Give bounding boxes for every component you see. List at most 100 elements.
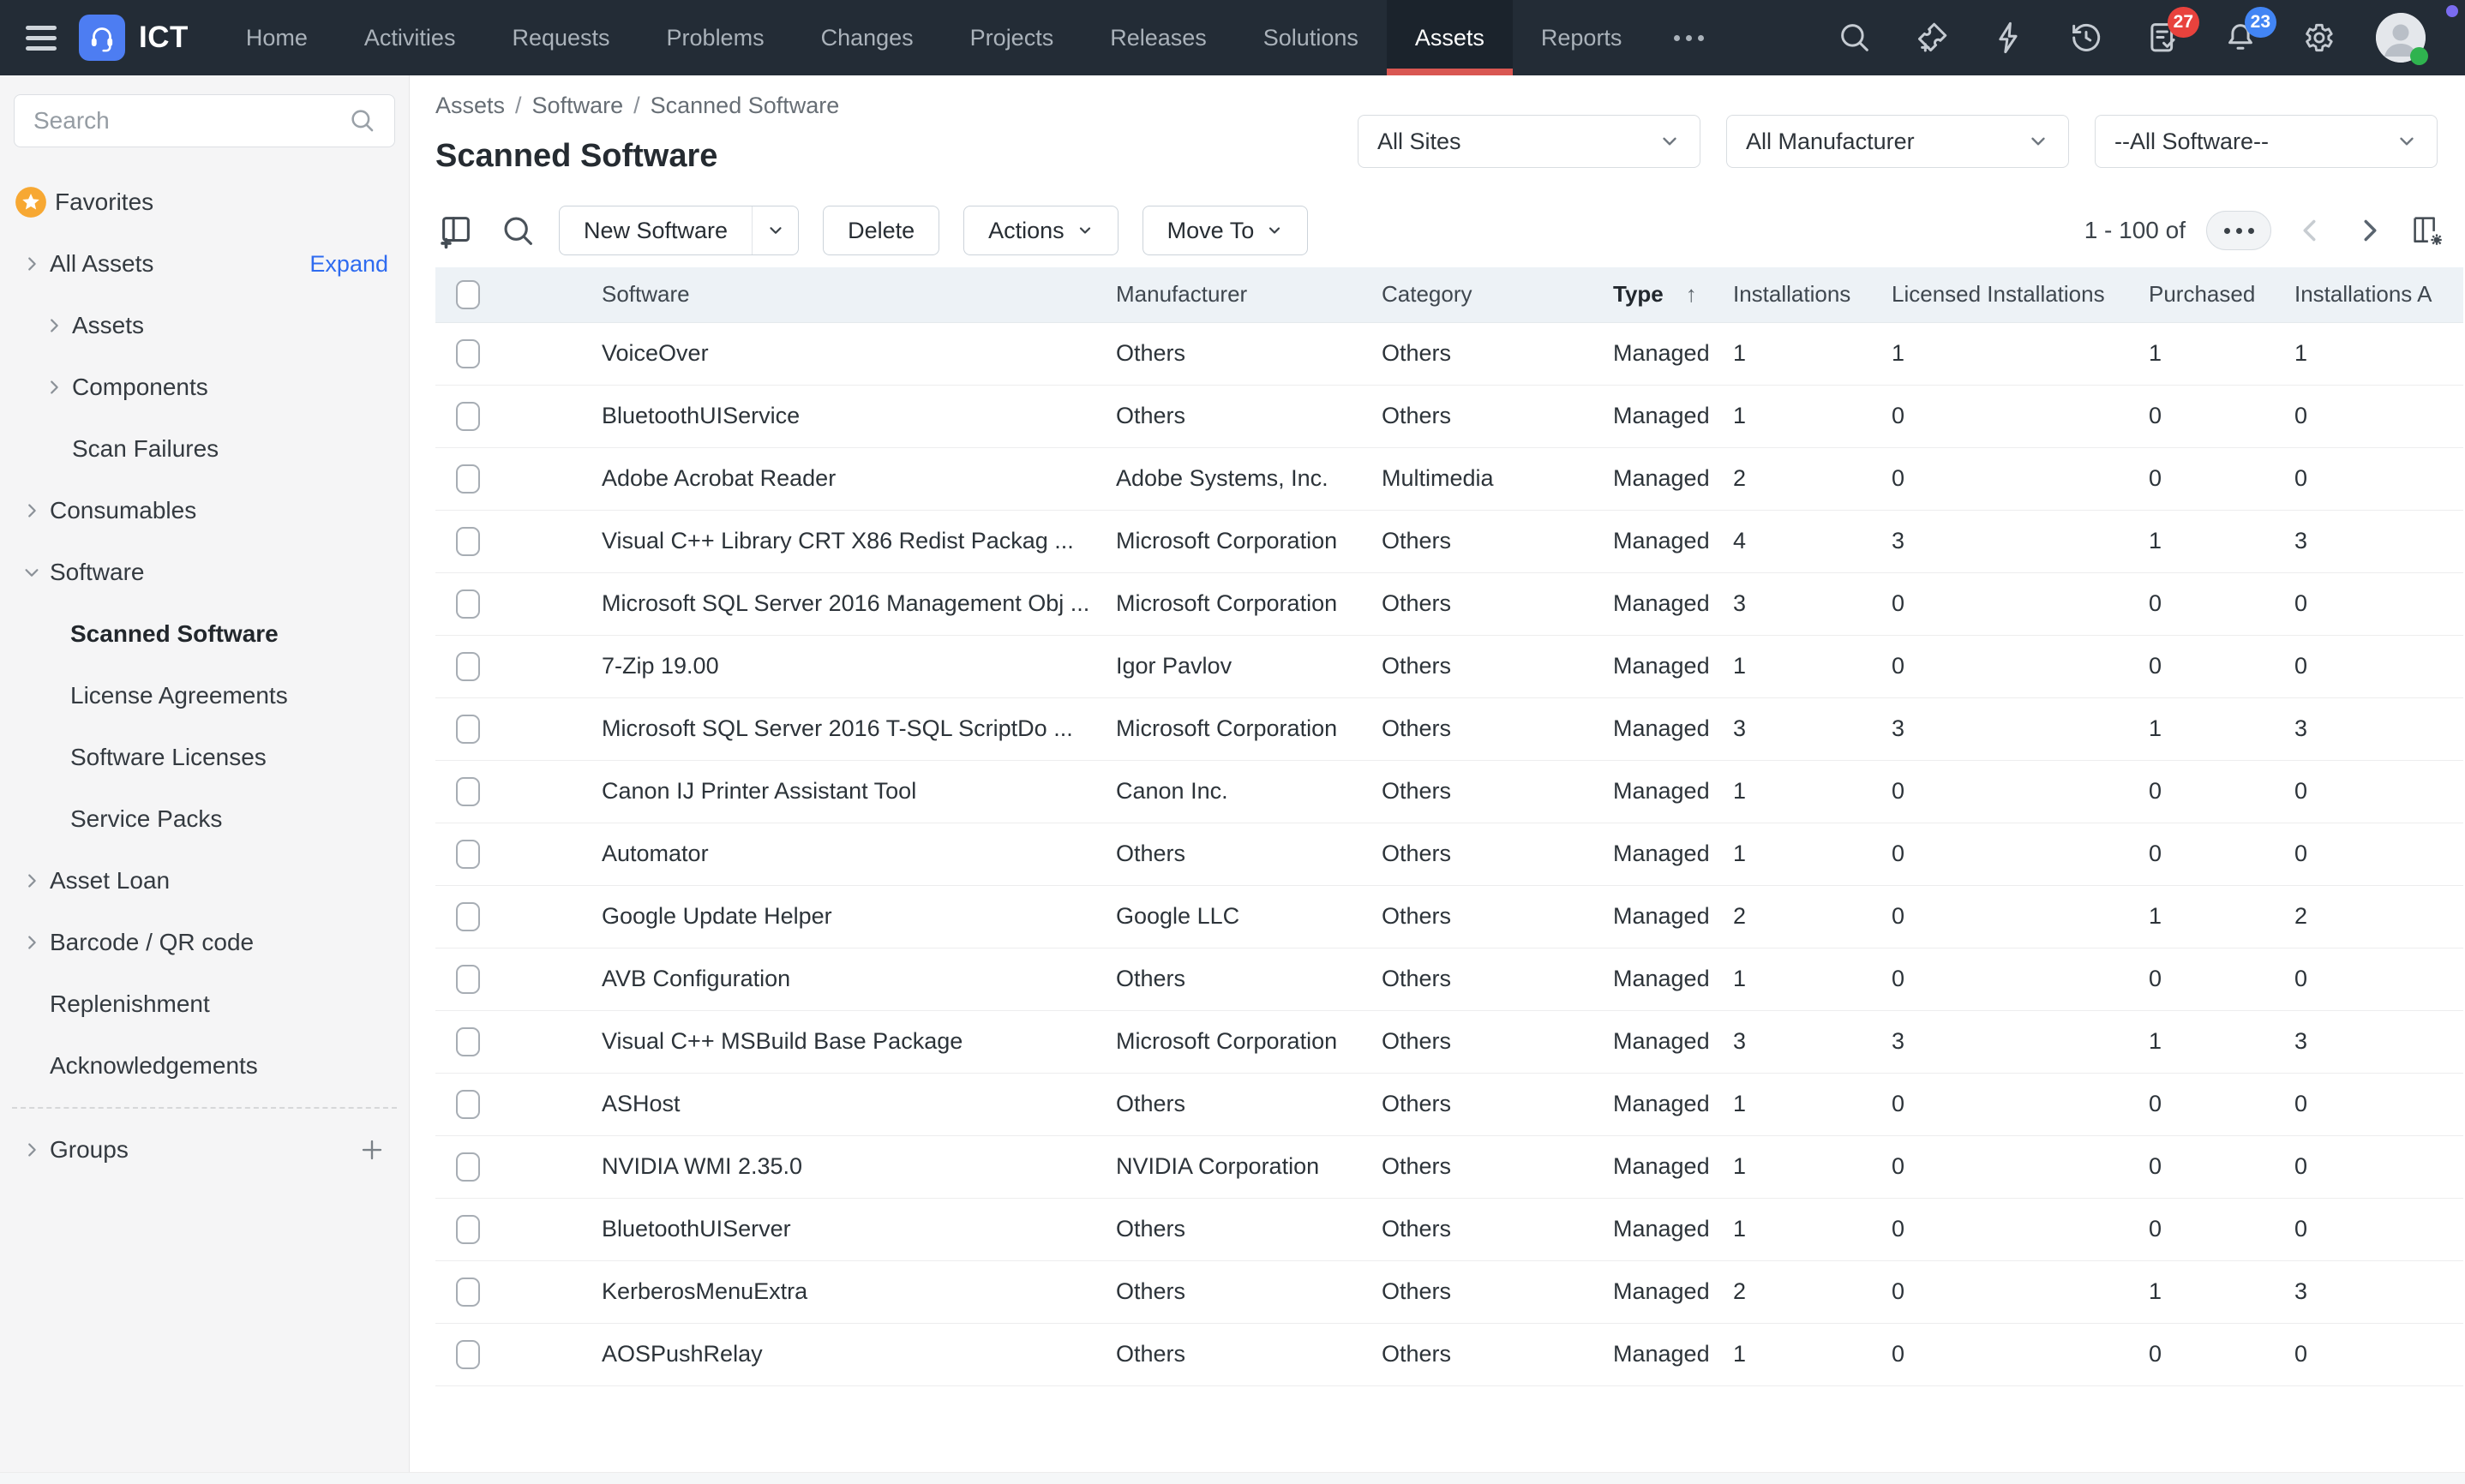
- page-count-more-icon[interactable]: [2206, 211, 2271, 250]
- filter-all-software[interactable]: --All Software--: [2095, 115, 2438, 168]
- history-icon[interactable]: [2067, 19, 2105, 57]
- sidebar-item-all-assets[interactable]: All AssetsExpand: [0, 233, 409, 295]
- user-avatar[interactable]: [2376, 13, 2426, 63]
- row-checkbox[interactable]: [456, 589, 480, 619]
- software-name-link[interactable]: AOSPushRelay: [602, 1341, 763, 1367]
- column-header-type[interactable]: Type↑: [1592, 267, 1712, 322]
- settings-gear-icon[interactable]: [2299, 19, 2336, 57]
- new-software-button[interactable]: New Software: [559, 206, 799, 255]
- nav-item-assets[interactable]: Assets: [1387, 0, 1513, 75]
- table-row[interactable]: AVB ConfigurationOthersOthersManaged1000: [435, 948, 2463, 1010]
- sidebar-item-assets[interactable]: Assets: [0, 295, 409, 356]
- column-header-manufacturer[interactable]: Manufacturer: [1095, 267, 1361, 322]
- row-checkbox[interactable]: [456, 1027, 480, 1056]
- software-name-link[interactable]: NVIDIA WMI 2.35.0: [602, 1153, 802, 1179]
- select-all-checkbox[interactable]: [456, 280, 480, 309]
- sidebar-item-barcode-qr-code[interactable]: Barcode / QR code: [0, 912, 409, 973]
- table-row[interactable]: Microsoft SQL Server 2016 Management Obj…: [435, 572, 2463, 635]
- previous-page-icon[interactable]: [2292, 212, 2330, 249]
- software-name-link[interactable]: 7-Zip 19.00: [602, 653, 719, 679]
- search-icon[interactable]: [1836, 19, 1874, 57]
- table-row[interactable]: Google Update HelperGoogle LLCOthersMana…: [435, 885, 2463, 948]
- nav-item-changes[interactable]: Changes: [793, 0, 942, 75]
- sidebar-item-favorites[interactable]: Favorites: [0, 171, 409, 233]
- table-row[interactable]: ASHostOthersOthersManaged1000: [435, 1073, 2463, 1135]
- table-row[interactable]: 7-Zip 19.00Igor PavlovOthersManaged1000: [435, 635, 2463, 697]
- table-row[interactable]: BluetoothUIServerOthersOthersManaged1000: [435, 1198, 2463, 1260]
- software-name-link[interactable]: Visual C++ MSBuild Base Package: [602, 1028, 963, 1054]
- software-name-link[interactable]: BluetoothUIService: [602, 403, 800, 428]
- column-header-licensed-installations[interactable]: Licensed Installations: [1871, 267, 2128, 322]
- sidebar-item-service-packs[interactable]: Service Packs: [0, 788, 409, 850]
- row-checkbox[interactable]: [456, 464, 480, 494]
- table-row[interactable]: BluetoothUIServiceOthersOthersManaged100…: [435, 385, 2463, 447]
- actions-button[interactable]: Actions: [963, 206, 1119, 255]
- sidebar-item-consumables[interactable]: Consumables: [0, 480, 409, 542]
- lightning-icon[interactable]: [1990, 19, 2028, 57]
- table-row[interactable]: AutomatorOthersOthersManaged1000: [435, 823, 2463, 885]
- row-checkbox[interactable]: [456, 965, 480, 994]
- row-checkbox[interactable]: [456, 840, 480, 869]
- sidebar-search-input[interactable]: [32, 106, 348, 135]
- sidebar-item-software-licenses[interactable]: Software Licenses: [0, 727, 409, 788]
- table-row[interactable]: Canon IJ Printer Assistant ToolCanon Inc…: [435, 760, 2463, 823]
- sidebar-item-asset-loan[interactable]: Asset Loan: [0, 850, 409, 912]
- sidebar-item-replenishment[interactable]: Replenishment: [0, 973, 409, 1035]
- sidebar-item-software[interactable]: Software: [0, 542, 409, 603]
- column-header-installations[interactable]: Installations: [1712, 267, 1871, 322]
- sidebar-item-scan-failures[interactable]: Scan Failures: [0, 418, 409, 480]
- breadcrumb-segment-software[interactable]: Software: [532, 93, 624, 119]
- column-header-installations-a[interactable]: Installations A: [2274, 267, 2463, 322]
- software-name-link[interactable]: Visual C++ Library CRT X86 Redist Packag…: [602, 528, 1074, 554]
- table-row[interactable]: AOSPushRelayOthersOthersManaged1000: [435, 1323, 2463, 1385]
- add-group-icon[interactable]: [359, 1137, 385, 1163]
- task-list-icon[interactable]: 27: [2144, 19, 2182, 57]
- row-checkbox[interactable]: [456, 1215, 480, 1244]
- table-row[interactable]: KerberosMenuExtraOthersOthersManaged2013: [435, 1260, 2463, 1323]
- ticket-add-icon[interactable]: [1913, 19, 1951, 57]
- row-checkbox[interactable]: [456, 1278, 480, 1307]
- software-name-link[interactable]: KerberosMenuExtra: [602, 1278, 807, 1304]
- sidebar-item-license-agreements[interactable]: License Agreements: [0, 665, 409, 727]
- next-page-icon[interactable]: [2350, 212, 2388, 249]
- new-software-label[interactable]: New Software: [560, 206, 752, 254]
- table-row[interactable]: Adobe Acrobat ReaderAdobe Systems, Inc.M…: [435, 447, 2463, 510]
- software-name-link[interactable]: Microsoft SQL Server 2016 T-SQL ScriptDo…: [602, 715, 1073, 741]
- sort-ascending-icon[interactable]: ↑: [1686, 281, 1697, 307]
- software-name-link[interactable]: Canon IJ Printer Assistant Tool: [602, 778, 916, 804]
- filter-all-sites[interactable]: All Sites: [1358, 115, 1700, 168]
- nav-item-requests[interactable]: Requests: [483, 0, 638, 75]
- sidebar-item-scanned-software[interactable]: Scanned Software: [0, 603, 409, 665]
- filter-all-manufacturer[interactable]: All Manufacturer: [1726, 115, 2069, 168]
- nav-item-activities[interactable]: Activities: [336, 0, 484, 75]
- row-checkbox[interactable]: [456, 652, 480, 681]
- software-name-link[interactable]: Microsoft SQL Server 2016 Management Obj…: [602, 590, 1089, 616]
- software-name-link[interactable]: ASHost: [602, 1091, 681, 1116]
- column-settings-icon[interactable]: [2408, 212, 2446, 249]
- software-name-link[interactable]: AVB Configuration: [602, 966, 790, 991]
- column-header-software[interactable]: Software: [581, 267, 1095, 322]
- table-row[interactable]: Microsoft SQL Server 2016 T-SQL ScriptDo…: [435, 697, 2463, 760]
- nav-item-reports[interactable]: Reports: [1513, 0, 1651, 75]
- breadcrumb-segment-assets[interactable]: Assets: [435, 93, 505, 119]
- row-checkbox[interactable]: [456, 1340, 480, 1369]
- delete-button[interactable]: Delete: [823, 206, 939, 255]
- nav-item-home[interactable]: Home: [218, 0, 336, 75]
- horizontal-scrollbar-track[interactable]: [0, 1472, 2465, 1484]
- row-checkbox[interactable]: [456, 527, 480, 556]
- table-search-icon[interactable]: [497, 210, 538, 251]
- row-checkbox[interactable]: [456, 777, 480, 806]
- row-checkbox[interactable]: [456, 1152, 480, 1182]
- software-name-link[interactable]: VoiceOver: [602, 340, 709, 366]
- add-column-icon[interactable]: [435, 210, 477, 251]
- software-name-link[interactable]: Automator: [602, 841, 709, 866]
- column-header-category[interactable]: Category: [1361, 267, 1592, 322]
- hamburger-menu-icon[interactable]: [26, 26, 57, 51]
- table-row[interactable]: Visual C++ Library CRT X86 Redist Packag…: [435, 510, 2463, 572]
- sidebar-item-acknowledgements[interactable]: Acknowledgements: [0, 1035, 409, 1097]
- nav-item-projects[interactable]: Projects: [942, 0, 1083, 75]
- nav-item-solutions[interactable]: Solutions: [1235, 0, 1387, 75]
- row-checkbox[interactable]: [456, 902, 480, 931]
- nav-item-releases[interactable]: Releases: [1082, 0, 1235, 75]
- software-name-link[interactable]: BluetoothUIServer: [602, 1216, 791, 1242]
